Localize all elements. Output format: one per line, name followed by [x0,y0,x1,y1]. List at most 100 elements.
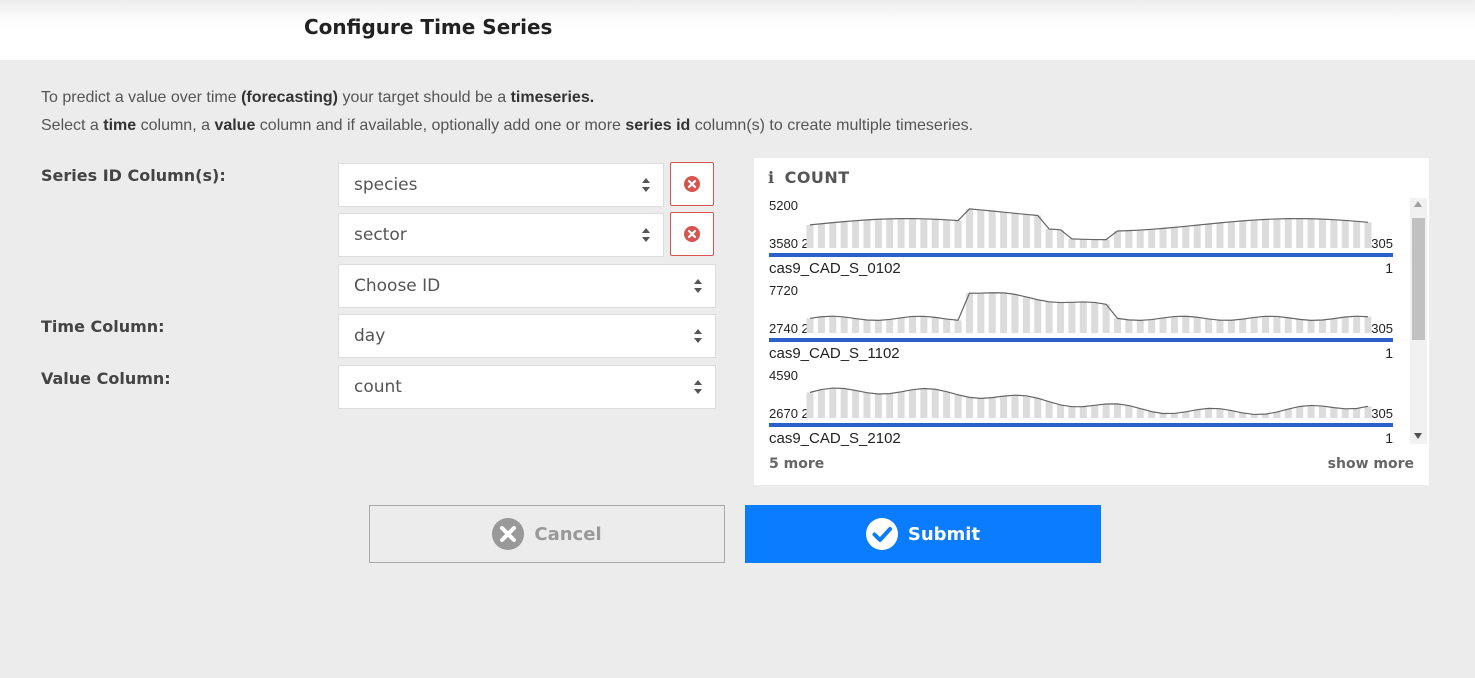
sparkline-bar [1353,221,1361,248]
sparkline-bar [897,391,905,418]
sparkline-bar [1000,212,1008,248]
sparkline-bar [1148,229,1156,248]
sparkline-bar [965,397,973,418]
sparkline-bar [1057,229,1065,248]
sparkline-bar [1113,403,1121,418]
series-range-bar [769,423,1393,427]
value-column-select[interactable]: count [338,365,716,409]
sparkline-bar [1011,294,1019,333]
sparkline-bar [1341,408,1349,418]
sparkline-bar [1022,296,1030,333]
preview-scrollbar[interactable] [1410,198,1427,444]
sparkline-bar [852,318,860,333]
sparkline-bar [977,209,985,248]
series-preview: 4590 2670 2 305 cas9_CAD_S_2102 1 [769,368,1393,453]
remove-series-id-button-2[interactable] [670,212,714,256]
sparkline-line [809,292,1369,321]
sparkline-bar [1330,219,1338,248]
sparkline-bar [806,318,814,333]
sparkline-bar [1330,407,1338,418]
sparkline-bar [988,292,996,333]
series-max: 5200 [769,198,798,213]
sparkline-bar [1273,218,1281,248]
sparkline-bar [1045,229,1053,248]
sparkline-bar [1341,220,1349,248]
sparkline-bar [1148,319,1156,333]
sparkline-bar [1170,227,1178,248]
sparkline-bar [1159,317,1167,333]
series-end: 305 [1371,406,1393,421]
sparkline-bar [874,320,882,333]
sparkline-bar [1102,403,1110,418]
sparkline-bar [1125,319,1133,333]
sparkline-bar [1079,406,1087,418]
sparkline-bar [1273,316,1281,333]
info-icon: i [768,168,775,187]
sort-arrows-icon [642,178,650,192]
sparkline-bar [954,394,962,418]
series-count: 1 [1385,345,1393,361]
scroll-up-icon[interactable] [1414,201,1422,207]
series-id-select-2[interactable]: sector [338,213,664,257]
sparkline-bar [1239,220,1247,248]
sparkline-bar [1284,409,1292,418]
sparkline-bar [1284,218,1292,248]
sparkline-bar [1113,318,1121,333]
sparkline-bar [1318,219,1326,248]
sparkline-bar [988,211,996,248]
sparkline-bar [1216,320,1224,333]
sparkline-bar [1045,301,1053,333]
sparkline-bar [897,317,905,333]
sparkline-bar [863,392,871,418]
sparkline-bar [1045,401,1053,418]
sparkline [806,387,1372,418]
scroll-thumb[interactable] [1412,218,1425,340]
show-more-link[interactable]: show more [1328,456,1414,472]
sparkline-bar [1216,222,1224,248]
sparkline-bar [931,389,939,418]
submit-button[interactable]: Submit [745,505,1101,563]
sparkline-bar [920,388,928,418]
header: Configure Time Series [0,0,1475,60]
sparkline-bar [1205,318,1213,333]
time-column-select[interactable]: day [338,314,716,358]
sparkline-bar [897,218,905,248]
choose-id-select[interactable]: Choose ID [338,264,716,308]
intro-line-1: To predict a value over time (forecastin… [41,89,595,106]
sparkline-bar [988,397,996,418]
sparkline-bar [1000,292,1008,333]
page-title: Configure Time Series [304,15,553,39]
remove-circle-icon [684,226,700,242]
series-id-select-1[interactable]: species [338,163,664,207]
sparkline-bar [943,219,951,248]
preview-title: i COUNT [768,168,850,187]
series-name: cas9_CAD_S_2102 [769,430,901,447]
sparkline-bar [1318,406,1326,418]
sparkline-bar [977,293,985,333]
sparkline-bar [1262,316,1270,333]
sparkline-bar [1034,299,1042,333]
remove-circle-icon [684,176,700,192]
sparkline-bar [1205,408,1213,418]
series-name: cas9_CAD_S_1102 [769,345,900,362]
cancel-circle-icon [492,518,525,550]
sort-arrows-icon [694,329,702,343]
sparkline-line [809,387,1369,416]
scroll-down-icon[interactable] [1414,433,1422,439]
sparkline-bar [817,316,825,333]
sparkline-bar [1193,317,1201,333]
cancel-button[interactable]: Cancel [369,505,725,563]
sparkline-bar [1102,304,1110,333]
series-max: 4590 [769,368,798,383]
sparkline-bar [1011,395,1019,418]
sparkline-bar [886,319,894,333]
sparkline-bar [1341,316,1349,333]
series-end: 305 [1371,236,1393,251]
remove-series-id-button-1[interactable] [670,162,714,206]
sparkline-bar [931,317,939,333]
sparkline-bar [1136,408,1144,418]
sparkline-bar [1102,239,1110,248]
sort-arrows-icon [694,380,702,394]
sparkline-bar [954,320,962,333]
sparkline-bar [1353,408,1361,418]
